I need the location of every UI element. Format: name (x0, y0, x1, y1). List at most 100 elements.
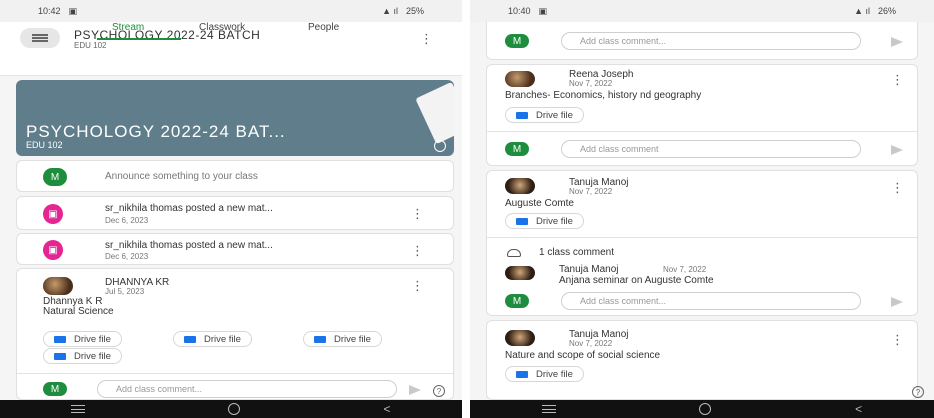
avatar: M (505, 294, 529, 308)
battery-level: 25% (405, 6, 424, 16)
author-avatar (505, 71, 535, 87)
tab-stream[interactable]: Stream (112, 22, 144, 33)
home-icon[interactable] (699, 403, 712, 415)
drive-file-chip[interactable]: Drive file (303, 331, 382, 347)
notification-icon: ▣ (538, 5, 548, 16)
post-menu-icon[interactable]: ⋮ (891, 333, 904, 346)
announce-card[interactable]: M Announce something to your class (16, 160, 454, 192)
material-post[interactable]: ▣ sr_nikhila thomas posted a new mat... … (16, 233, 454, 265)
comment-date: Nov 7, 2022 (663, 265, 707, 274)
author-avatar (43, 277, 73, 295)
back-icon[interactable]: < (855, 402, 862, 416)
post-menu-icon[interactable]: ⋮ (411, 207, 424, 220)
active-tab-indicator (97, 38, 181, 40)
people-icon (507, 249, 521, 257)
info-icon[interactable] (434, 140, 446, 152)
commenter-avatar (505, 266, 535, 280)
home-icon[interactable] (228, 403, 241, 415)
recents-icon[interactable] (71, 405, 86, 413)
battery-level: 26% (877, 6, 896, 16)
post-date: Nov 7, 2022 (569, 79, 613, 88)
drive-file-chip[interactable]: Drive file (43, 331, 122, 347)
author-avatar (505, 178, 535, 194)
post-date: Jul 5, 2023 (105, 287, 145, 296)
drive-icon (314, 335, 326, 343)
signal-icon: ▲ ıl (382, 6, 398, 16)
comment-row: M Add class comment... (486, 22, 918, 60)
post-title: sr_nikhila thomas posted a new mat... (105, 240, 273, 251)
drive-icon (54, 335, 66, 343)
announcement-card: DHANNYA KR Jul 5, 2023 ⋮ Dhannya K R Nat… (16, 268, 454, 400)
class-header: PSYCHOLOGY 2022-24 BATCH EDU 102 ⋮ Strea… (0, 22, 462, 76)
menu-button[interactable] (20, 28, 60, 48)
announcement-card: Tanuja Manoj Nov 7, 2022 ⋮ Nature and sc… (486, 320, 918, 400)
post-menu-icon[interactable]: ⋮ (411, 244, 424, 257)
class-code: EDU 102 (74, 41, 107, 50)
back-icon[interactable]: < (383, 402, 390, 416)
post-menu-icon[interactable]: ⋮ (891, 181, 904, 194)
signal-icon: ▲ ıl (854, 6, 870, 16)
comment-author: Tanuja Manoj (559, 264, 619, 275)
announcement-card: Reena Joseph Nov 7, 2022 ⋮ Branches- Eco… (486, 64, 918, 166)
announcement-card: Tanuja Manoj Nov 7, 2022 ⋮ Auguste Comte… (486, 170, 918, 316)
drive-icon (516, 217, 528, 225)
material-icon: ▣ (43, 240, 63, 260)
drive-file-chip[interactable]: Drive file (173, 331, 252, 347)
post-body: Nature and scope of social science (505, 350, 661, 361)
divider (487, 131, 917, 132)
notebook-illustration (415, 81, 454, 145)
system-nav-bar: < (0, 400, 462, 418)
class-banner: PSYCHOLOGY 2022-24 BAT... EDU 102 (16, 80, 454, 156)
tab-classwork[interactable]: Classwork (199, 22, 245, 33)
drive-file-chip[interactable]: Drive file (43, 348, 122, 364)
comment-input[interactable]: Add class comment... (561, 292, 861, 310)
comment-input[interactable]: Add class comment... (97, 380, 397, 398)
post-body: Auguste Comte (505, 198, 574, 209)
drive-icon (184, 335, 196, 343)
help-icon[interactable]: ? (912, 386, 924, 398)
recents-icon[interactable] (541, 405, 556, 413)
post-date: Dec 6, 2023 (105, 252, 149, 261)
system-nav-bar: < (470, 400, 934, 418)
send-icon[interactable] (891, 37, 903, 47)
post-date: Dec 6, 2023 (105, 216, 149, 225)
avatar: M (505, 142, 529, 156)
comment-text: Anjana seminar on Auguste Comte (559, 275, 714, 286)
clock: 10:42 (38, 6, 61, 16)
left-screen: 10:42 ▣ ▲ ıl 25% PSYCHOLOGY 2022-24 BATCH … (0, 0, 462, 418)
material-post[interactable]: ▣ sr_nikhila thomas posted a new mat... … (16, 196, 454, 230)
divider (17, 373, 453, 374)
post-date: Nov 7, 2022 (569, 339, 613, 348)
send-icon[interactable] (409, 385, 421, 395)
avatar: M (43, 382, 67, 396)
status-bar: 10:42 ▣ ▲ ıl 25% (0, 0, 462, 22)
comment-input[interactable]: Add class comment... (561, 32, 861, 50)
banner-title: PSYCHOLOGY 2022-24 BAT... (26, 122, 286, 141)
comment-input[interactable]: Add class comment (561, 140, 861, 158)
avatar: M (505, 34, 529, 48)
tab-people[interactable]: People (308, 22, 339, 33)
drive-icon (54, 352, 66, 360)
drive-file-chip[interactable]: Drive file (505, 366, 584, 382)
drive-icon (516, 370, 528, 378)
post-date: Nov 7, 2022 (569, 187, 613, 196)
send-icon[interactable] (891, 145, 903, 155)
status-bar: 10:40 ▣ ▲ ıl 26% (470, 0, 934, 22)
help-icon[interactable]: ? (433, 385, 445, 397)
post-menu-icon[interactable]: ⋮ (891, 73, 904, 86)
drive-file-chip[interactable]: Drive file (505, 107, 584, 123)
drive-icon (516, 111, 528, 119)
notification-icon: ▣ (68, 5, 78, 16)
post-body-line: Natural Science (43, 306, 114, 317)
overflow-menu-icon[interactable]: ⋮ (420, 32, 433, 45)
announce-placeholder[interactable]: Announce something to your class (105, 171, 258, 182)
drive-file-chip[interactable]: Drive file (505, 213, 584, 229)
right-screen: 10:40 ▣ ▲ ıl 26% M Add class comment... Re… (470, 0, 934, 418)
post-menu-icon[interactable]: ⋮ (411, 279, 424, 292)
send-icon[interactable] (891, 297, 903, 307)
clock: 10:40 (508, 6, 531, 16)
post-body: Branches- Economics, history nd geograph… (505, 90, 702, 101)
avatar: M (43, 168, 67, 186)
banner-code: EDU 102 (26, 140, 63, 150)
comments-count[interactable]: 1 class comment (539, 247, 614, 258)
